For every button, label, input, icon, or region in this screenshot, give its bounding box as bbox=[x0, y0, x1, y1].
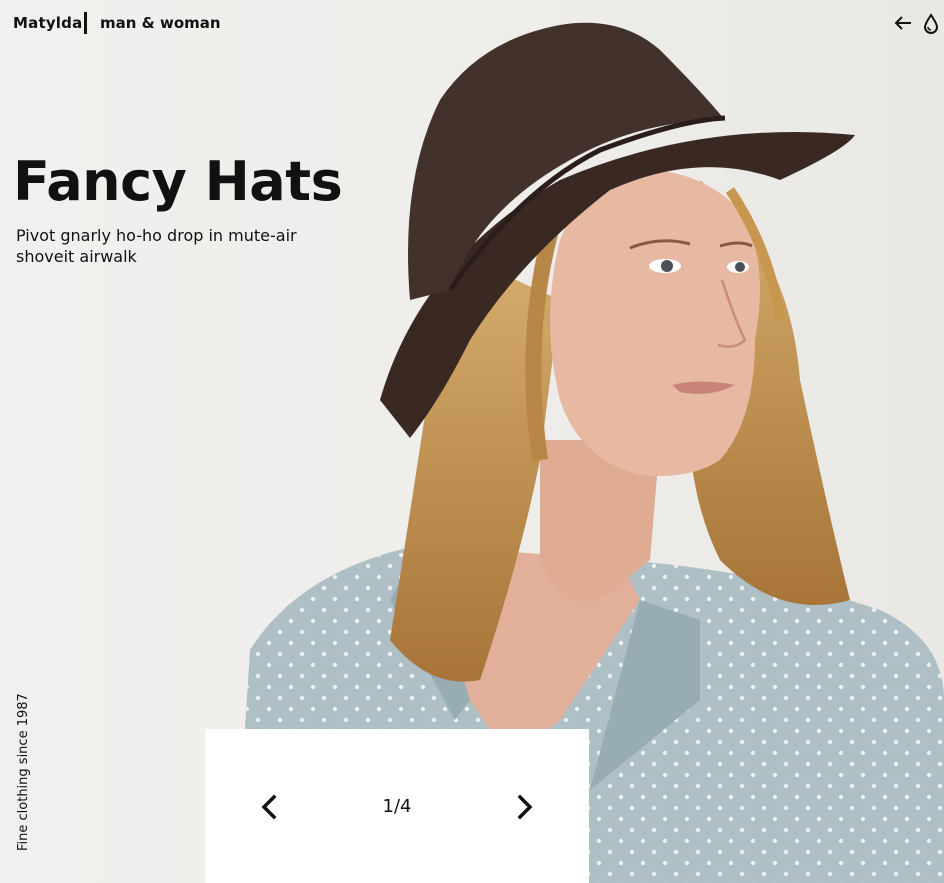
page-title: Fancy Hats bbox=[13, 150, 343, 213]
brand-tagline: man & woman bbox=[100, 14, 221, 32]
side-caption: Fine clothing since 1987 bbox=[16, 693, 31, 851]
slide-total: 4 bbox=[400, 796, 412, 817]
slide-counter: 1/4 bbox=[365, 796, 429, 817]
chevron-right-icon[interactable] bbox=[511, 791, 539, 823]
brand-divider bbox=[84, 12, 87, 34]
slide-pager: 1/4 bbox=[205, 729, 589, 883]
drop-icon[interactable] bbox=[921, 12, 941, 36]
top-bar: Matylda man & woman bbox=[0, 0, 944, 48]
arrow-left-icon[interactable] bbox=[893, 11, 915, 35]
slide-current: 1 bbox=[382, 796, 394, 817]
brand-name[interactable]: Matylda bbox=[13, 14, 82, 32]
chevron-left-icon[interactable] bbox=[255, 791, 283, 823]
page-subtitle: Pivot gnarly ho-ho drop in mute-air shov… bbox=[16, 226, 297, 266]
